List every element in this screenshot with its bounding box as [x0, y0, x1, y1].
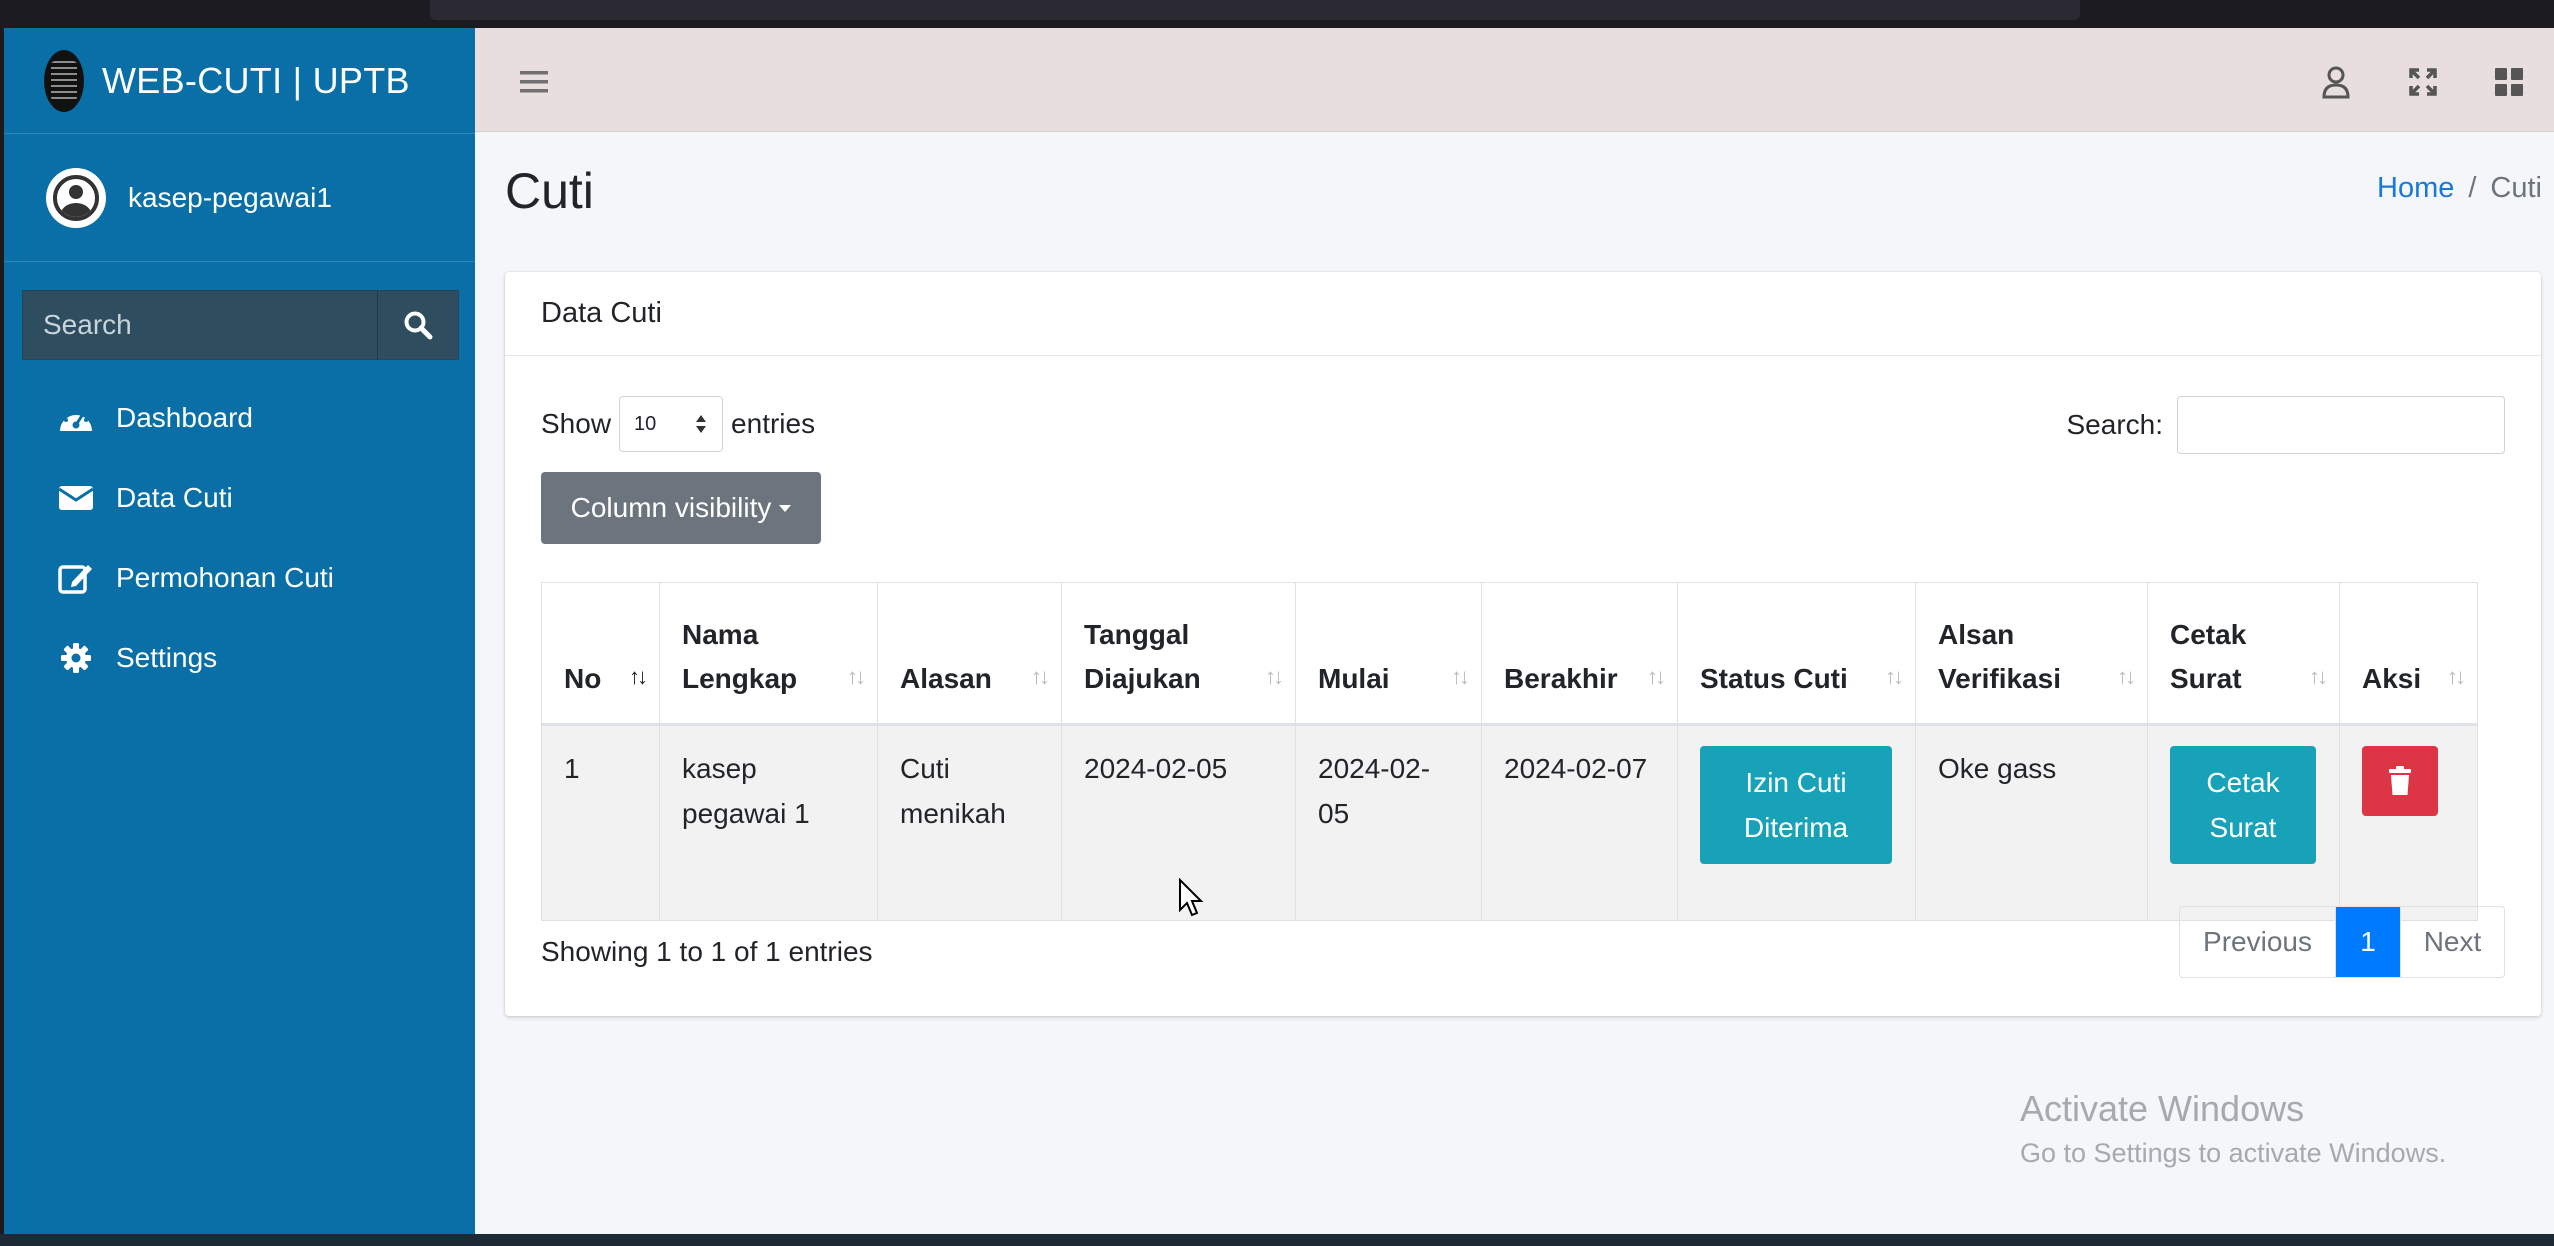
- column-visibility-button[interactable]: Column visibility: [541, 472, 821, 544]
- hamburger-menu-icon[interactable]: [515, 62, 555, 102]
- entries-select[interactable]: 10: [619, 396, 724, 452]
- column-header-cetak-surat[interactable]: Cetak Surat ↑↓: [2147, 582, 2340, 725]
- content-wrapper: Cuti Home / Cuti Data Cuti Show 10 entries…: [475, 132, 2554, 1234]
- delete-button[interactable]: [2362, 746, 2438, 816]
- column-header-alsan-verifikasi[interactable]: Alsan Verifikasi ↑↓: [1915, 582, 2148, 725]
- top-navbar: [475, 28, 2554, 132]
- previous-page-button[interactable]: Previous: [2180, 907, 2336, 977]
- column-header-berakhir[interactable]: Berakhir ↑↓: [1481, 582, 1678, 725]
- sort-icon: ↑↓: [1885, 664, 1904, 689]
- sidebar-item-dashboard[interactable]: Dashboard: [4, 378, 475, 458]
- browser-address-bar[interactable]: [430, 0, 2080, 20]
- sidebar: WEB-CUTI | UPTB kasep-pegawai1 Search Da…: [4, 28, 475, 1234]
- breadcrumb-current: Cuti: [2490, 172, 2542, 204]
- sidebar-item-label: Settings: [116, 642, 218, 673]
- data-cuti-card: Data Cuti Show 10 entries Search: Column…: [505, 272, 2541, 1016]
- show-label: Show: [541, 408, 612, 439]
- sidebar-item-permohonan-cuti[interactable]: Permohonan Cuti: [4, 538, 475, 618]
- sidebar-item-settings[interactable]: Settings: [4, 618, 475, 698]
- sort-icon: ↑↓: [2447, 664, 2466, 689]
- sidebar-item-data-cuti[interactable]: Data Cuti: [4, 458, 475, 538]
- entries-label: entries: [731, 408, 816, 439]
- table-header-row: No ↑↓ Nama Lengkap ↑↓ Alasan ↑↓ Tanggal Diaju…: [541, 582, 2478, 725]
- sidebar-nav: Dashboard Data Cuti Permohonan Cuti Sett…: [4, 378, 475, 698]
- grid-icon[interactable]: [2489, 62, 2529, 102]
- search-icon: [404, 311, 433, 340]
- column-header-tanggal-diajukan[interactable]: Tanggal Diajukan ↑↓: [1061, 582, 1296, 725]
- sidebar-search-input[interactable]: Search: [22, 290, 377, 360]
- sort-icon: ↑↓: [1265, 664, 1284, 689]
- length-control: Show 10 entries: [541, 396, 815, 452]
- cell-no: 1: [541, 724, 660, 921]
- sort-icon: ↑↓: [847, 664, 866, 689]
- sort-icon: ↑↓: [1647, 664, 1666, 689]
- user-icon[interactable]: [2316, 62, 2356, 102]
- brand-logo: [44, 49, 84, 112]
- cell-alasan: Cuti menikah: [877, 724, 1062, 921]
- column-header-no[interactable]: No ↑↓: [541, 582, 660, 725]
- edit-icon: [56, 561, 96, 595]
- watermark-subtitle: Go to Settings to activate Windows.: [2020, 1138, 2447, 1168]
- user-circle-icon: [53, 174, 99, 221]
- cell-aksi: [2339, 724, 2478, 921]
- column-visibility-label: Column visibility: [570, 492, 772, 523]
- mouse-cursor-icon: [1178, 877, 1204, 923]
- table-info: Showing 1 to 1 of 1 entries: [541, 936, 873, 967]
- user-panel[interactable]: kasep-pegawai1: [4, 134, 475, 262]
- entries-select-value: 10: [634, 412, 657, 435]
- cell-cetak-surat: Cetak Surat: [2147, 724, 2340, 921]
- status-izin-cuti-diterima-button[interactable]: Izin Cuti Diterima: [1700, 746, 1892, 864]
- table-search-label: Search:: [2066, 409, 2164, 440]
- data-cuti-table: No ↑↓ Nama Lengkap ↑↓ Alasan ↑↓ Tanggal Diaju…: [541, 582, 2478, 921]
- sort-icon: ↑↓: [1451, 664, 1470, 689]
- table-search: Search:: [2066, 396, 2505, 454]
- pagination: Previous 1 Next: [2179, 906, 2505, 978]
- sort-icon: ↑↓: [1031, 664, 1050, 689]
- sidebar-search: Search: [22, 290, 459, 360]
- watermark-title: Activate Windows: [2020, 1088, 2305, 1129]
- page-title: Cuti: [505, 163, 594, 219]
- sidebar-item-label: Data Cuti: [116, 482, 233, 513]
- column-header-mulai[interactable]: Mulai ↑↓: [1295, 582, 1482, 725]
- next-page-button[interactable]: Next: [2400, 907, 2504, 977]
- trash-icon: [2389, 766, 2411, 795]
- taskbar: [0, 1234, 2554, 1246]
- activate-windows-watermark: Activate Windows Go to Settings to activ…: [2020, 1088, 2446, 1169]
- envelope-icon: [56, 481, 96, 515]
- fullscreen-icon[interactable]: [2403, 62, 2443, 102]
- sort-icon: ↑↓: [2117, 664, 2136, 689]
- column-header-status-cuti[interactable]: Status Cuti ↑↓: [1677, 582, 1916, 725]
- cell-nama: kasep pegawai 1: [659, 724, 878, 921]
- sort-icon: ↑↓: [2309, 664, 2328, 689]
- brand-text: WEB-CUTI | UPTB: [102, 59, 410, 101]
- column-header-alasan[interactable]: Alasan ↑↓: [877, 582, 1062, 725]
- cell-status-cuti: Izin Cuti Diterima: [1677, 724, 1916, 921]
- cell-berakhir: 2024-02-07: [1481, 724, 1678, 921]
- page-1-button[interactable]: 1: [2336, 907, 2400, 977]
- tachometer-icon: [56, 401, 96, 435]
- column-header-aksi[interactable]: Aksi ↑↓: [2339, 582, 2478, 725]
- sidebar-item-label: Dashboard: [116, 402, 253, 433]
- avatar: [46, 167, 106, 228]
- card-title: Data Cuti: [505, 272, 2541, 356]
- browser-chrome: [0, 0, 2554, 28]
- brand-link[interactable]: WEB-CUTI | UPTB: [4, 28, 475, 134]
- breadcrumb-separator: /: [2468, 172, 2477, 204]
- sort-asc-icon: ↑↓: [629, 664, 648, 689]
- table-row: 1 kasep pegawai 1 Cuti menikah 2024-02-05 …: [541, 724, 2478, 921]
- breadcrumb-home-link[interactable]: Home: [2377, 172, 2454, 204]
- cetak-surat-button[interactable]: Cetak Surat: [2170, 746, 2316, 864]
- cell-verifikasi: Oke gass: [1915, 724, 2148, 921]
- user-name[interactable]: kasep-pegawai1: [128, 182, 332, 214]
- gear-icon: [56, 641, 96, 675]
- cell-mulai: 2024-02-05: [1295, 724, 1482, 921]
- select-sort-icon: [696, 415, 707, 433]
- column-header-nama-lengkap[interactable]: Nama Lengkap ↑↓: [659, 582, 878, 725]
- breadcrumb: Home / Cuti: [2377, 172, 2542, 205]
- table-search-input[interactable]: [2177, 396, 2505, 454]
- caret-down-icon: [779, 504, 792, 512]
- sidebar-search-button[interactable]: [377, 290, 459, 360]
- sidebar-item-label: Permohonan Cuti: [116, 562, 334, 593]
